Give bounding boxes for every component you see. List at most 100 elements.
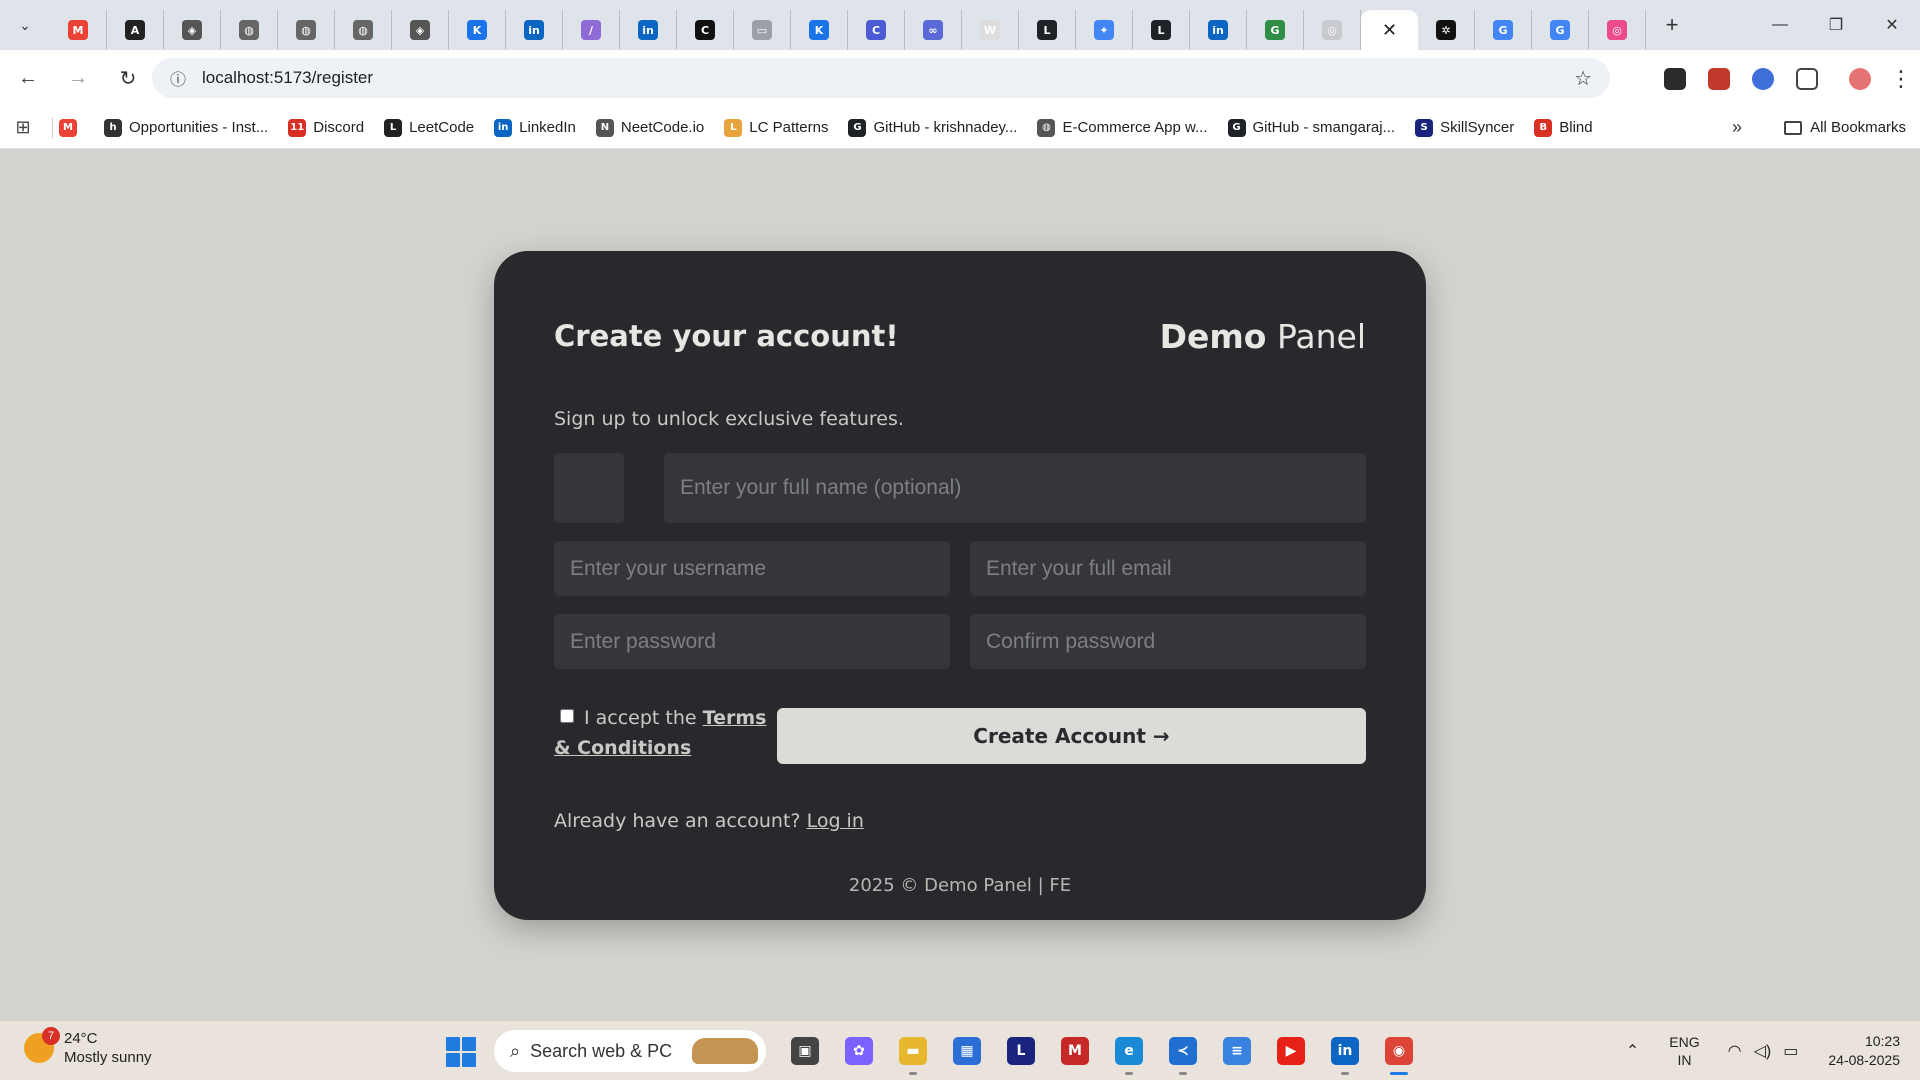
leetcode-icon: L [1037, 20, 1057, 40]
task-view-icon: ▣ [791, 1037, 819, 1065]
bookmark-star-icon[interactable]: ☆ [1574, 66, 1592, 91]
browser-tab[interactable]: ◈ [164, 10, 221, 50]
close-window-button[interactable]: ✕ [1864, 0, 1920, 50]
browser-tab[interactable]: ◍ [335, 10, 392, 50]
taskbar-app[interactable]: ◉ [1377, 1029, 1421, 1075]
taskbar-app[interactable]: in [1323, 1029, 1367, 1075]
browser-tab[interactable]: ◎ [1589, 10, 1646, 50]
bookmark-item[interactable]: L LC Patterns [724, 118, 828, 137]
close-tab-icon[interactable]: ✕ [1382, 20, 1397, 41]
taskbar-app[interactable]: ▬ [891, 1029, 935, 1075]
language-indicator[interactable]: ENG IN [1669, 1033, 1699, 1069]
browser-tab[interactable]: ✲ [1418, 10, 1475, 50]
browser-menu-button[interactable]: ⋮ [1882, 66, 1920, 92]
browser-tab[interactable]: M [50, 10, 107, 50]
more-bookmarks-button[interactable]: » [1732, 117, 1742, 138]
browser-tab[interactable]: L [1133, 10, 1190, 50]
browser-tab[interactable]: ✦ [1076, 10, 1133, 50]
bookmark-item[interactable]: 11 Discord [288, 118, 364, 137]
taskbar-app[interactable]: e [1107, 1029, 1151, 1075]
browser-tab[interactable]: ◍ [278, 10, 335, 50]
browser-tab[interactable]: ▭ [734, 10, 791, 50]
bookmark-item[interactable]: in LinkedIn [494, 118, 576, 137]
browser-tab[interactable]: K [449, 10, 506, 50]
browser-tab[interactable]: ∞ [905, 10, 962, 50]
bookmark-item[interactable]: N NeetCode.io [595, 118, 704, 137]
clock[interactable]: 10:23 24-08-2025 [1828, 1032, 1900, 1070]
browser-tab[interactable]: ∕ [563, 10, 620, 50]
restore-button[interactable]: ❐ [1808, 0, 1864, 50]
browser-tab[interactable]: C [677, 10, 734, 50]
bookmark-label: GitHub - smangaraj... [1252, 119, 1396, 136]
back-arrow-icon: ← [18, 67, 38, 89]
browser-tab[interactable]: ◍ [221, 10, 278, 50]
start-button[interactable] [446, 1037, 476, 1067]
browser-tab[interactable]: in [506, 10, 563, 50]
back-button[interactable]: ← [6, 57, 50, 101]
terms-checkbox[interactable] [560, 708, 574, 723]
extensions-menu-button[interactable] [1790, 62, 1824, 96]
bookmark-item[interactable]: S SkillSyncer [1415, 118, 1514, 137]
extension-button[interactable] [1658, 62, 1692, 96]
browser-tab[interactable]: K [791, 10, 848, 50]
username-input[interactable] [554, 541, 950, 596]
reload-button[interactable]: ↻ [106, 57, 150, 101]
taskbar-app[interactable]: ▣ [783, 1029, 827, 1073]
browser-tab[interactable]: W [962, 10, 1019, 50]
taskbar-search[interactable]: ⌕ Search web & PC [494, 1030, 766, 1072]
show-hidden-icons-button[interactable]: ⌃ [1626, 1041, 1639, 1061]
search-icon: ⌕ [510, 1040, 521, 1061]
volume-icon[interactable]: ◁) [1754, 1041, 1772, 1061]
password-input[interactable] [554, 614, 950, 669]
profile-button[interactable] [1843, 62, 1877, 96]
bookmark-item[interactable]: G GitHub - krishnadey... [848, 118, 1017, 137]
all-bookmarks-button[interactable]: All Bookmarks [1784, 119, 1906, 136]
bookmark-item[interactable]: M [59, 118, 84, 137]
tab-search-button[interactable]: ⌄ [0, 0, 50, 50]
avatar-upload[interactable] [554, 453, 624, 523]
site-info-icon[interactable]: ⓘ [158, 66, 198, 90]
taskbar-app[interactable]: ▶ [1269, 1029, 1313, 1073]
new-tab-button[interactable]: + [1652, 5, 1692, 45]
url-text[interactable]: localhost:5173/register [202, 68, 373, 88]
battery-icon[interactable]: ▭ [1783, 1041, 1798, 1061]
address-bar[interactable]: ⓘ localhost:5173/register ☆ [152, 58, 1610, 98]
bookmark-item[interactable]: G GitHub - smangaraj... [1227, 118, 1396, 137]
confirm-password-input[interactable] [970, 614, 1366, 669]
browser-tab[interactable]: A [107, 10, 164, 50]
extension-button[interactable] [1746, 62, 1780, 96]
bookmark-item[interactable]: h Opportunities - Inst... [104, 118, 268, 137]
taskbar-app[interactable]: M [1053, 1029, 1097, 1073]
taskbar-app[interactable]: L [999, 1029, 1043, 1073]
browser-tab[interactable]: G [1532, 10, 1589, 50]
box-icon: ◈ [410, 20, 430, 40]
taskbar-app[interactable]: ▦ [945, 1029, 989, 1073]
taskbar-app[interactable]: ≺ [1161, 1029, 1205, 1075]
browser-tab[interactable]: in [1190, 10, 1247, 50]
browser-tab[interactable]: ◈ [392, 10, 449, 50]
bookmark-item[interactable]: L LeetCode [384, 118, 474, 137]
weather-widget[interactable]: 7 24°C Mostly sunny [24, 1027, 152, 1067]
browser-tab[interactable]: G [1475, 10, 1532, 50]
taskbar-app[interactable]: ✿ [837, 1029, 881, 1073]
bookmark-item[interactable]: ◍ E-Commerce App w... [1037, 118, 1208, 137]
browser-tab[interactable]: C [848, 10, 905, 50]
browser-tab[interactable]: in [620, 10, 677, 50]
wifi-icon[interactable]: ◠ [1728, 1041, 1742, 1061]
active-tab[interactable]: ✕ [1361, 10, 1418, 50]
browser-tab[interactable]: L [1019, 10, 1076, 50]
login-link[interactable]: Log in [807, 810, 864, 832]
linkedin-icon: in [638, 20, 658, 40]
apps-button[interactable]: ⊞ [0, 117, 46, 138]
full-name-input[interactable] [664, 453, 1366, 523]
extension-button[interactable] [1702, 62, 1736, 96]
taskbar-app[interactable]: ≡ [1215, 1029, 1259, 1073]
email-input[interactable] [970, 541, 1366, 596]
browser-tab[interactable]: ◎ [1304, 10, 1361, 50]
minimize-button[interactable]: — [1752, 0, 1808, 50]
globe-icon: ◍ [296, 20, 316, 40]
browser-tab[interactable]: G [1247, 10, 1304, 50]
create-account-button[interactable]: Create Account → [777, 708, 1366, 764]
bookmark-item[interactable]: B Blind [1534, 118, 1593, 137]
forward-button[interactable]: → [56, 57, 100, 101]
